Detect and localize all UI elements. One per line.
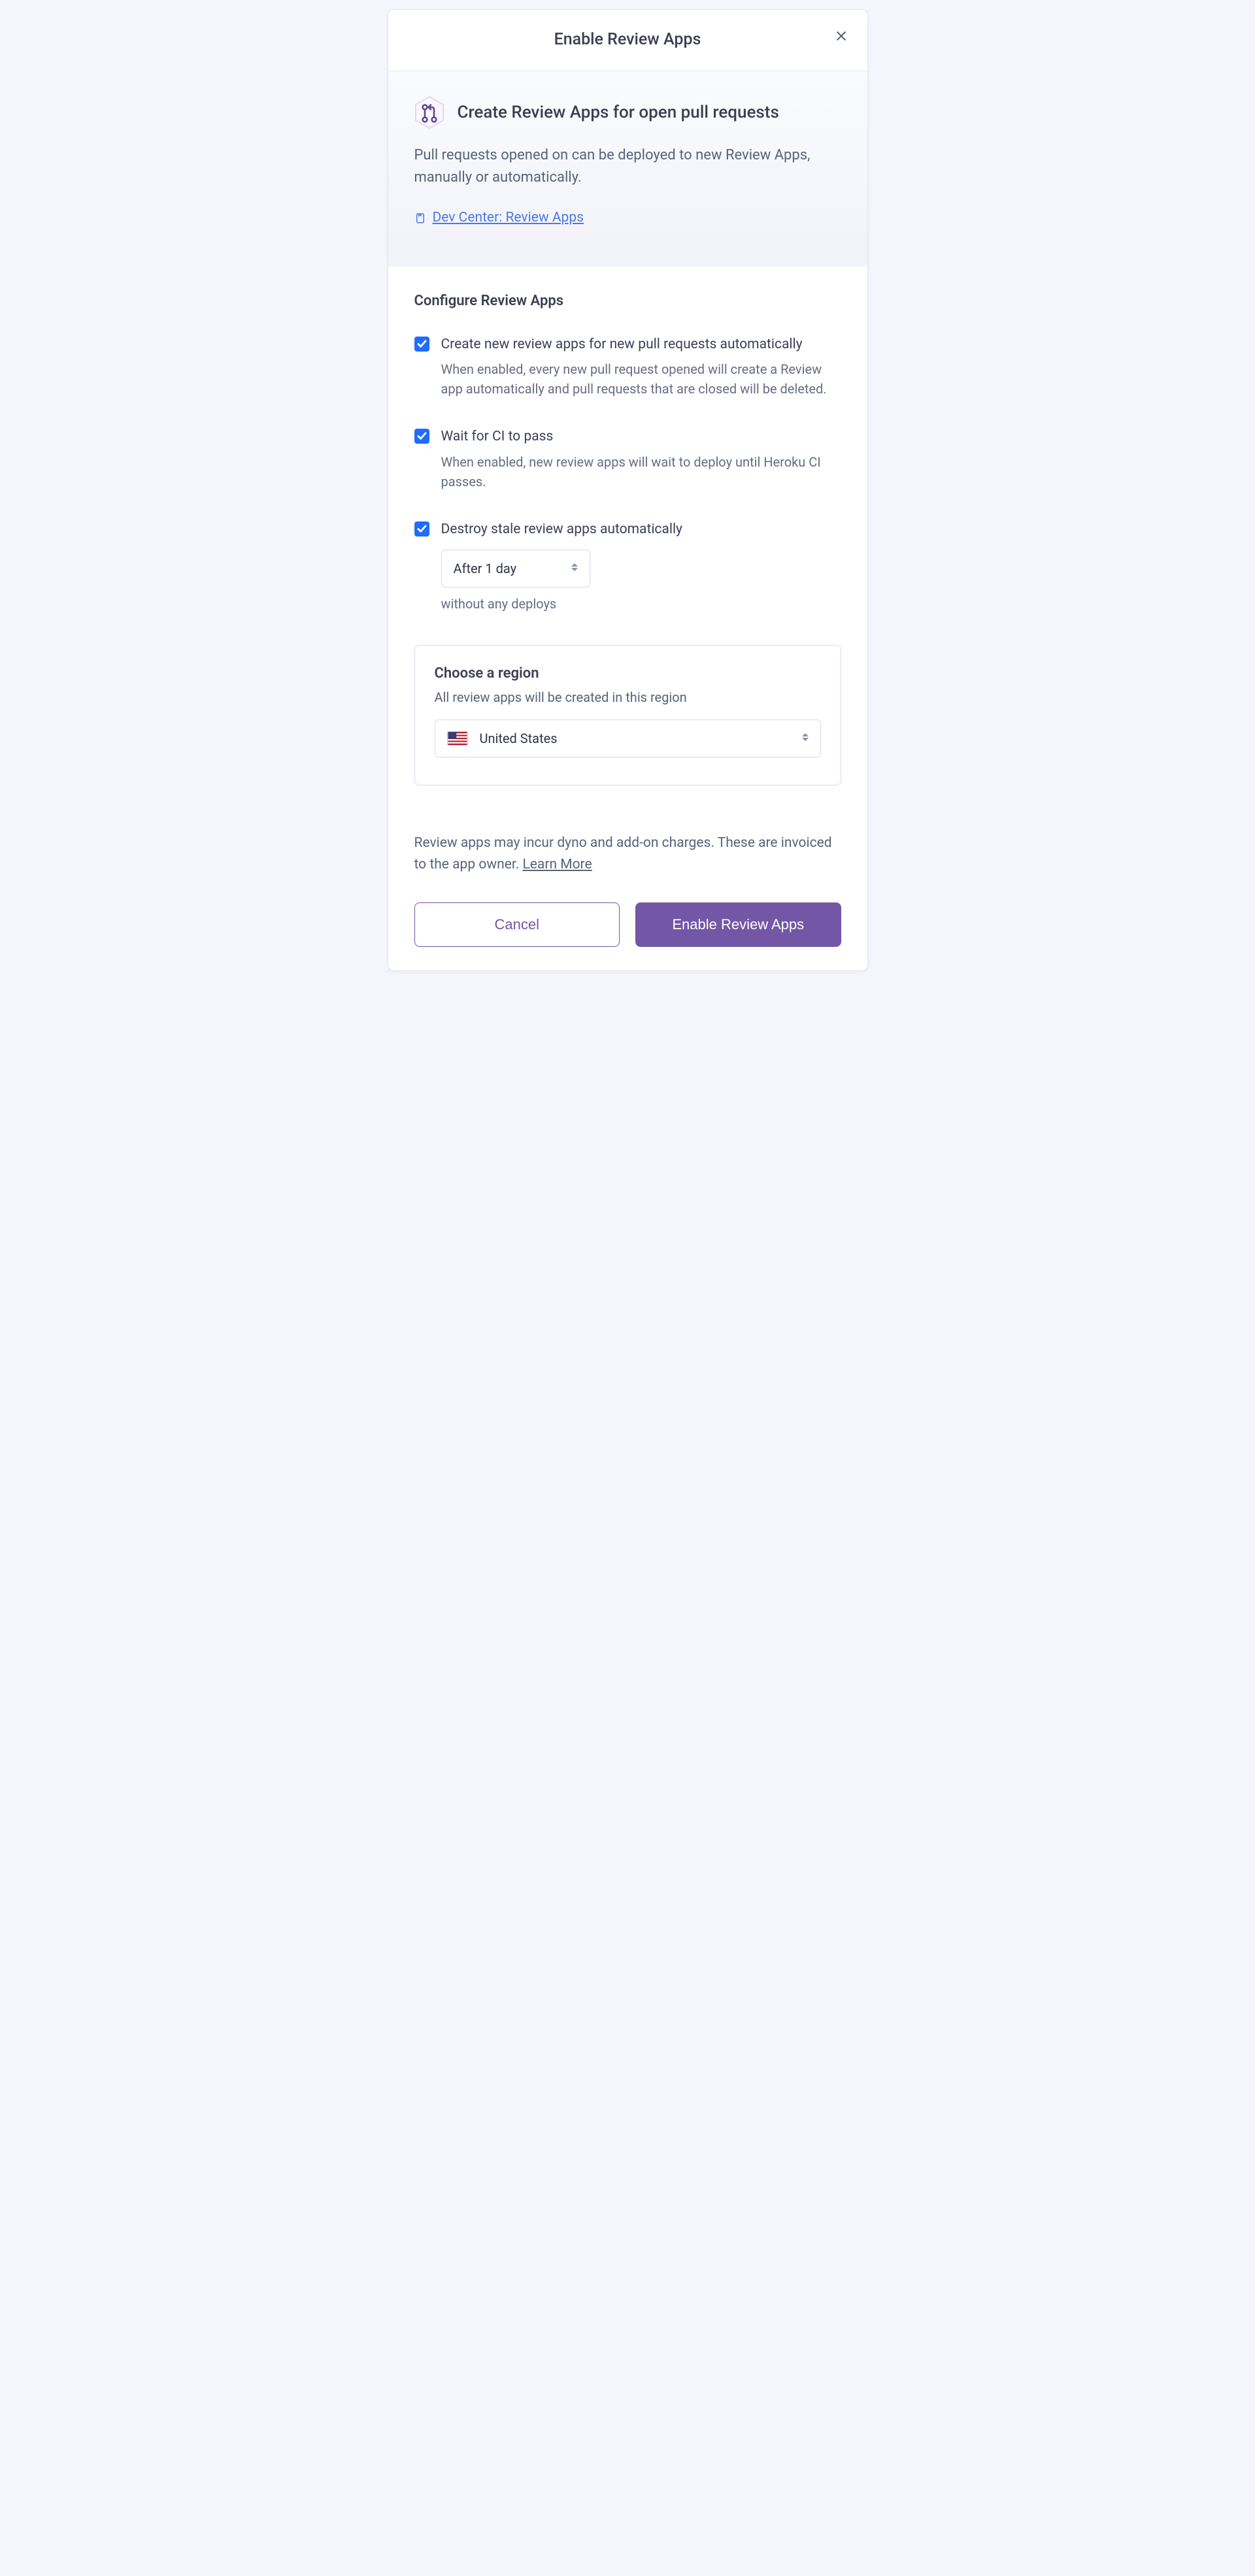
region-value: United States	[480, 729, 558, 748]
option-title: Create new review apps for new pull requ…	[441, 335, 841, 354]
dialog-header: Enable Review Apps	[388, 10, 867, 71]
select-chevron-icon	[802, 733, 809, 744]
option-title: Wait for CI to pass	[441, 427, 841, 446]
cancel-button[interactable]: Cancel	[414, 902, 620, 947]
configure-section: Configure Review Apps Create new review …	[388, 267, 867, 833]
check-icon	[417, 525, 427, 533]
intro-panel: Create Review Apps for open pull request…	[388, 71, 867, 267]
region-card: Choose a region All review apps will be …	[414, 645, 841, 785]
close-icon	[834, 29, 848, 43]
enable-review-apps-button[interactable]: Enable Review Apps	[635, 902, 841, 947]
option-description: When enabled, every new pull request ope…	[441, 359, 841, 399]
option-auto-create: Create new review apps for new pull requ…	[414, 335, 841, 399]
doc-icon	[414, 212, 426, 224]
option-description: without any deploys	[441, 594, 841, 614]
us-flag-icon	[447, 731, 468, 746]
checkbox-destroy-stale[interactable]	[414, 521, 429, 537]
option-destroy-stale: Destroy stale review apps automatically …	[414, 520, 841, 614]
option-wait-ci: Wait for CI to pass When enabled, new re…	[414, 427, 841, 491]
region-heading: Choose a region	[435, 664, 821, 684]
learn-more-link[interactable]: Learn More	[522, 857, 592, 872]
dev-center-link[interactable]: Dev Center: Review Apps	[414, 208, 584, 227]
intro-heading: Create Review Apps for open pull request…	[458, 101, 779, 124]
close-button[interactable]	[829, 24, 853, 48]
dialog-footer: Review apps may incur dyno and add-on ch…	[388, 833, 867, 970]
charges-note-text: Review apps may incur dyno and add-on ch…	[414, 835, 832, 872]
dialog-title: Enable Review Apps	[404, 28, 852, 51]
configure-heading: Configure Review Apps	[414, 291, 841, 312]
stale-duration-select[interactable]: After 1 day	[441, 550, 590, 587]
region-select[interactable]: United States	[435, 719, 821, 757]
enable-review-apps-dialog: Enable Review Apps	[388, 9, 868, 971]
checkbox-wait-ci[interactable]	[414, 429, 429, 444]
checkbox-auto-create[interactable]	[414, 337, 429, 352]
option-description: When enabled, new review apps will wait …	[441, 452, 841, 491]
intro-description: Pull requests opened on can be deployed …	[414, 144, 841, 189]
check-icon	[417, 432, 427, 440]
region-sub: All review apps will be created in this …	[435, 688, 821, 706]
stale-duration-value: After 1 day	[454, 559, 517, 578]
review-apps-hex-icon	[414, 96, 444, 129]
check-icon	[417, 340, 427, 348]
charges-note: Review apps may incur dyno and add-on ch…	[414, 833, 841, 875]
option-title: Destroy stale review apps automatically	[441, 520, 841, 539]
select-chevron-icon	[571, 563, 578, 574]
dev-center-link-label: Dev Center: Review Apps	[433, 208, 584, 227]
